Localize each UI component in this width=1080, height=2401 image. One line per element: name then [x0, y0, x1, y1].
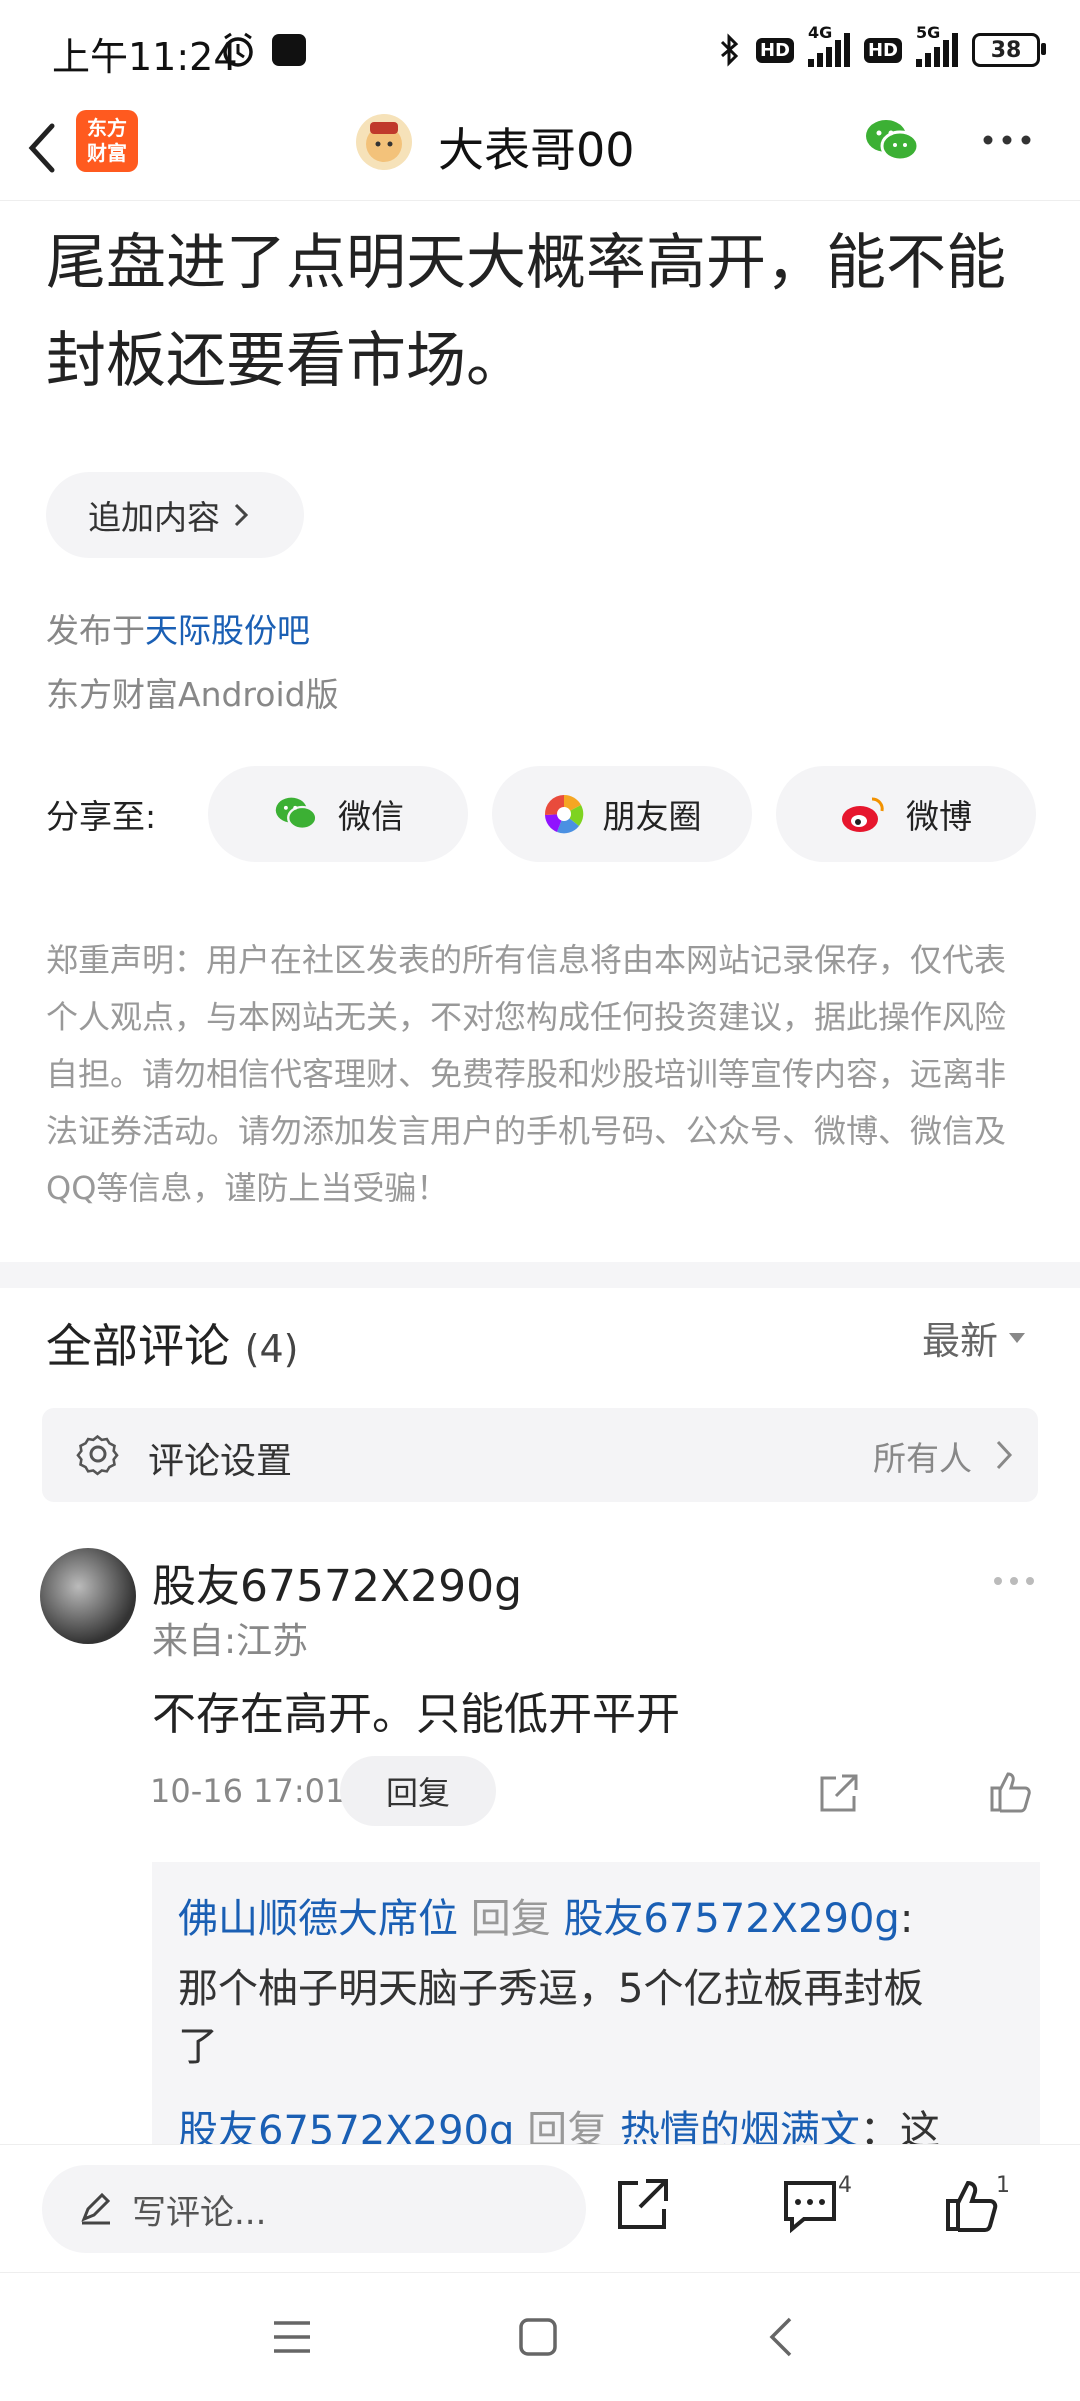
alarm-icon [223, 32, 253, 67]
chevron-right-icon [234, 503, 249, 527]
comments-title: 全部评论 (4) [46, 1319, 299, 1373]
chevron-right-icon [996, 1440, 1013, 1470]
share-moments-button[interactable]: 朋友圈 [492, 766, 752, 862]
share-wechat-button[interactable]: 微信 [208, 766, 468, 862]
reply-thread: 佛山顺德大席位 回复 股友67572X290g: 那个柚子明天脑子秀逗，5个亿拉… [152, 1862, 1040, 2144]
comment-settings-value: 所有人 [873, 1439, 972, 1478]
home-icon[interactable] [516, 2315, 560, 2359]
post-client: 东方财富Android版 [46, 675, 339, 714]
share-label: 分享至: [46, 797, 157, 836]
comment-settings-row[interactable]: 评论设置 所有人 [42, 1408, 1038, 1502]
battery-icon: 38 [972, 33, 1046, 67]
top-nav-bar: 东方 财富 大表哥00 [0, 100, 1080, 201]
moments-icon [544, 794, 583, 834]
status-icons: HD 4G HD 5G 38 [718, 23, 1046, 72]
pencil-icon [81, 2192, 111, 2225]
share-icon[interactable] [612, 2175, 672, 2235]
append-content-button[interactable]: 追加内容 [46, 472, 304, 558]
published-in: 发布于天际股份吧 [46, 611, 310, 650]
signal-1-icon: 4G [807, 23, 850, 67]
commenter-avatar[interactable] [40, 1548, 136, 1644]
comments-count: (4) [244, 1327, 299, 1371]
hd-icon: HD [755, 37, 794, 63]
status-time: 上午11:24 [52, 35, 238, 79]
comment-text: 不存在高开。只能低开平开 [152, 1689, 680, 1740]
wechat-share-icon[interactable] [862, 114, 922, 168]
menu-icon[interactable] [270, 2317, 314, 2357]
nav-back-icon[interactable] [766, 2315, 796, 2359]
more-icon[interactable] [982, 130, 1032, 150]
weibo-icon [842, 797, 884, 832]
commenter-name[interactable]: 股友67572X290g [152, 1550, 522, 1614]
like-count-badge: 1 [996, 2173, 1010, 2198]
post-title: 尾盘进了点明天大概率高开，能不能封板还要看市场。 [46, 228, 1006, 396]
reply-item[interactable]: 股友67572X290g 回复 热情的烟满文：这 [178, 2096, 1028, 2144]
hd-icon-2: HD [863, 37, 902, 63]
app-logo[interactable]: 东方 财富 [76, 110, 138, 172]
commenter-location: 来自:江苏 [152, 1621, 309, 1662]
bottom-action-bar: 写评论... 4 1 [0, 2144, 1080, 2273]
like-icon[interactable] [988, 1768, 1034, 1814]
disclaimer-text: 郑重声明：用户在社区发表的所有信息将由本网站记录保存，仅代表个人观点，与本网站无… [46, 941, 1007, 1207]
comment-time: 10-16 17:01 [150, 1772, 346, 1810]
comment-settings-label: 评论设置 [148, 1441, 293, 1482]
back-arrow-icon[interactable] [22, 118, 62, 178]
system-nav-bar [0, 2272, 1080, 2401]
append-content-label: 追加内容 [88, 498, 220, 537]
comment-count-badge: 4 [838, 2173, 852, 2198]
thumbs-up-icon[interactable] [942, 2175, 1002, 2235]
signal-2-icon: 5G [916, 23, 958, 67]
notification-icon [272, 34, 306, 66]
reply-text-line: 了 [178, 2024, 218, 2070]
write-comment-input[interactable]: 写评论... [42, 2165, 586, 2253]
gear-icon [76, 1434, 119, 1476]
comment-more-icon[interactable] [992, 1574, 1036, 1588]
bluetooth-icon [720, 33, 739, 67]
author-avatar[interactable] [356, 114, 412, 170]
sort-dropdown[interactable]: 最新 [922, 1310, 1026, 1365]
bar-link[interactable]: 天际股份吧 [145, 611, 310, 650]
comment-icon[interactable] [780, 2175, 840, 2235]
reply-item[interactable]: 佛山顺德大席位 回复 股友67572X290g: [178, 1884, 1028, 1954]
caret-down-icon [1009, 1332, 1026, 1343]
reply-button[interactable]: 回复 [340, 1756, 496, 1826]
share-weibo-button[interactable]: 微博 [776, 766, 1036, 862]
author-name[interactable]: 大表哥00 [438, 114, 635, 180]
section-divider [0, 1262, 1080, 1288]
share-out-icon[interactable] [816, 1772, 860, 1816]
wechat-icon [275, 797, 318, 830]
status-bar: 上午11:24 HD 4G HD 5G 38 [0, 0, 1080, 100]
